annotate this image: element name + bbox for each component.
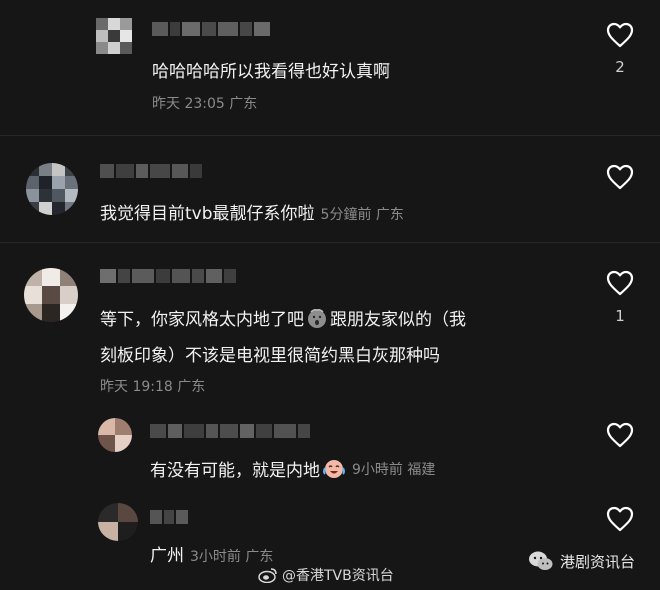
comment-meta: 5分鐘前 广东 <box>320 207 404 223</box>
comment-text-line1-tail: 跟朋友家似的（我 <box>330 310 466 330</box>
comment-text: 有没有可能，就是内地 <box>150 461 320 481</box>
heart-icon <box>606 506 634 532</box>
username-blurred[interactable] <box>150 424 310 438</box>
wechat-watermark: 港剧资讯台 <box>528 550 635 572</box>
weibo-account-name: @香港TVB资讯台 <box>282 568 394 584</box>
comment-meta: 3小时前 广东 <box>190 549 274 565</box>
like-count: 1 <box>615 307 625 325</box>
wechat-icon <box>529 551 553 570</box>
comment-text-line2: 刻板印象）不该是电视里很简约黑白灰那种吗 <box>100 346 440 366</box>
divider <box>0 242 660 243</box>
comment-meta: 昨天 23:05 广东 <box>152 96 258 112</box>
username-blurred[interactable] <box>100 164 202 178</box>
comment-text: 哈哈哈哈所以我看得也好认真啊 <box>152 62 390 82</box>
like-button[interactable] <box>606 22 634 52</box>
like-count: 2 <box>615 58 625 76</box>
like-button[interactable] <box>606 164 634 194</box>
comment-text: 等下，你家风格太内地了吧 跟朋友家似的（我 <box>100 305 466 330</box>
crying-laughing-emoji-icon <box>323 459 345 478</box>
gasp-emoji-icon <box>308 308 326 328</box>
avatar[interactable] <box>24 268 78 322</box>
comment-text-line1: 等下，你家风格太内地了吧 <box>100 310 304 330</box>
avatar[interactable] <box>98 503 138 541</box>
comment-meta: 9小時前 福建 <box>352 461 436 478</box>
reply-body: 有没有可能，就是内地 9小時前 福建 <box>150 456 435 481</box>
comment-text: 广州 <box>150 546 184 566</box>
wechat-account-name: 港剧资讯台 <box>560 552 636 571</box>
heart-icon <box>606 270 634 296</box>
reply-body: 广州 3小时前 广东 <box>150 541 273 566</box>
heart-icon <box>606 422 634 448</box>
comment-text: 我觉得目前tvb最靓仔系你啦 <box>100 204 315 224</box>
like-button[interactable] <box>606 422 634 452</box>
avatar[interactable] <box>98 418 132 452</box>
heart-icon <box>606 22 634 48</box>
like-button[interactable] <box>606 270 634 300</box>
heart-icon <box>606 164 634 190</box>
weibo-icon <box>258 568 277 583</box>
username-blurred[interactable] <box>100 269 236 283</box>
username-blurred[interactable] <box>152 22 270 36</box>
divider <box>0 135 660 136</box>
weibo-watermark: @香港TVB资讯台 <box>258 565 394 585</box>
comment-meta: 昨天 19:18 广东 <box>100 379 206 395</box>
username-blurred[interactable] <box>150 510 188 524</box>
comment-body: 我觉得目前tvb最靓仔系你啦 5分鐘前 广东 <box>100 199 404 224</box>
avatar[interactable] <box>96 18 132 54</box>
avatar[interactable] <box>26 163 78 215</box>
like-button[interactable] <box>606 506 634 536</box>
